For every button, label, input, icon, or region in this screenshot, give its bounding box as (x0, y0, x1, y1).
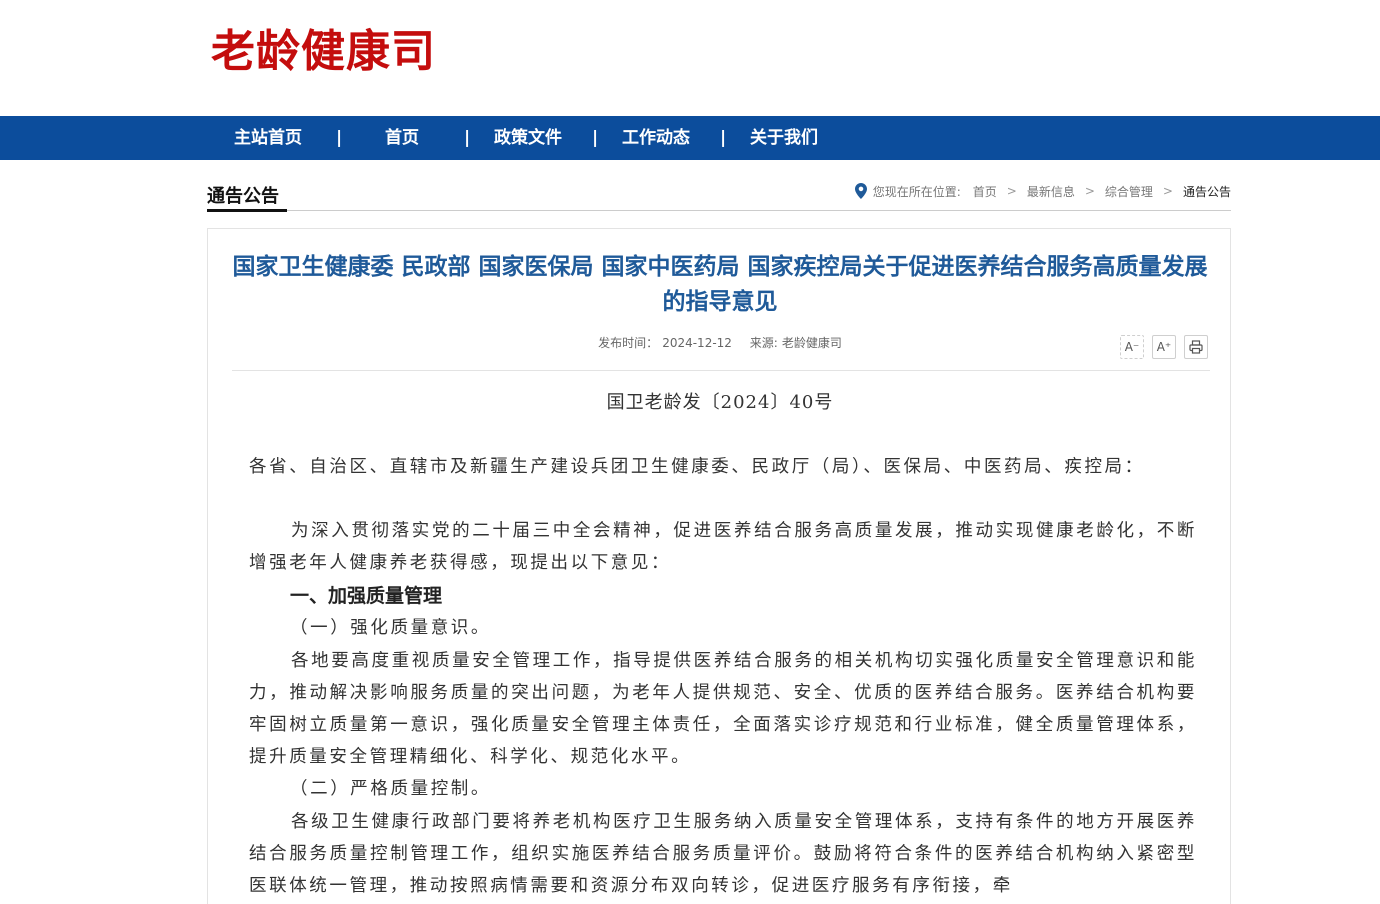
article-tools: A⁻ A⁺ (1120, 335, 1208, 359)
chevron-right-icon: > (1084, 184, 1095, 198)
chevron-right-icon: > (1006, 184, 1017, 198)
publish-date: 2024-12-12 (662, 336, 732, 350)
nav-item-about[interactable]: 关于我们 (750, 126, 818, 150)
source-value: 老龄健康司 (781, 336, 842, 350)
breadcrumb-prefix: 您现在所在位置: (872, 184, 961, 199)
nav-separator: | (720, 128, 727, 148)
nav-item-policy[interactable]: 政策文件 (494, 126, 562, 150)
intro-paragraph: 为深入贯彻落实党的二十届三中全会精神，促进医养结合服务高质量发展，推动实现健康老… (249, 521, 1197, 573)
body-paragraph-1: 各地要高度重视质量安全管理工作，指导提供医养结合服务的相关机构切实强化质量安全管… (249, 651, 1197, 767)
breadcrumb: 您现在所在位置: 首页 > 最新信息 > 综合管理 > 通告公告 (854, 182, 1231, 200)
site-logo[interactable]: 老龄健康司 (211, 24, 436, 80)
section-title: 通告公告 (207, 186, 279, 207)
breadcrumb-item-latest[interactable]: 最新信息 (1027, 183, 1075, 200)
publish-label: 发布时间： (598, 336, 659, 350)
nav-item-main-site[interactable]: 主站首页 (234, 126, 302, 150)
body-paragraph-2: 各级卫生健康行政部门要将养老机构医疗卫生服务纳入质量安全管理体系，支持有条件的地… (249, 812, 1197, 896)
section-heading-1: 一、加强质量管理 (290, 585, 443, 607)
printer-icon (1189, 340, 1203, 354)
meta-divider (232, 370, 1210, 371)
article-title: 国家卫生健康委 民政部 国家医保局 国家中医药局 国家疾控局关于促进医养结合服务… (232, 254, 1208, 315)
subsection-heading-1: （一）强化质量意识。 (290, 618, 491, 638)
nav-separator: | (336, 128, 343, 148)
breadcrumb-item-general[interactable]: 综合管理 (1105, 183, 1153, 200)
nav-item-news[interactable]: 工作动态 (622, 126, 690, 150)
site-header: 老龄健康司 (0, 0, 1380, 116)
location-pin-icon (854, 183, 867, 199)
main-nav: 主站首页 | 首页 | 政策文件 | 工作动态 | 关于我们 (0, 116, 1380, 160)
nav-separator: | (592, 128, 599, 148)
section-divider (207, 210, 1231, 211)
breadcrumb-item-notices[interactable]: 通告公告 (1183, 183, 1231, 200)
font-smaller-button[interactable]: A⁻ (1120, 335, 1144, 359)
breadcrumb-item-home[interactable]: 首页 (973, 183, 997, 200)
nav-item-home[interactable]: 首页 (385, 126, 419, 150)
article-meta: 发布时间： 2024-12-12 来源: 老龄健康司 (232, 334, 1208, 352)
source-label: 来源: (749, 336, 778, 350)
section-title-underline (207, 209, 287, 212)
nav-separator: | (464, 128, 471, 148)
print-button[interactable] (1184, 335, 1208, 359)
addressee-paragraph: 各省、自治区、直辖市及新疆生产建设兵团卫生健康委、民政厅（局）、医保局、中医药局… (249, 457, 1145, 477)
document-number: 国卫老龄发〔2024〕40号 (606, 392, 834, 413)
font-larger-button[interactable]: A⁺ (1152, 335, 1176, 359)
chevron-right-icon: > (1162, 184, 1173, 198)
subsection-heading-2: （二）严格质量控制。 (290, 779, 491, 799)
